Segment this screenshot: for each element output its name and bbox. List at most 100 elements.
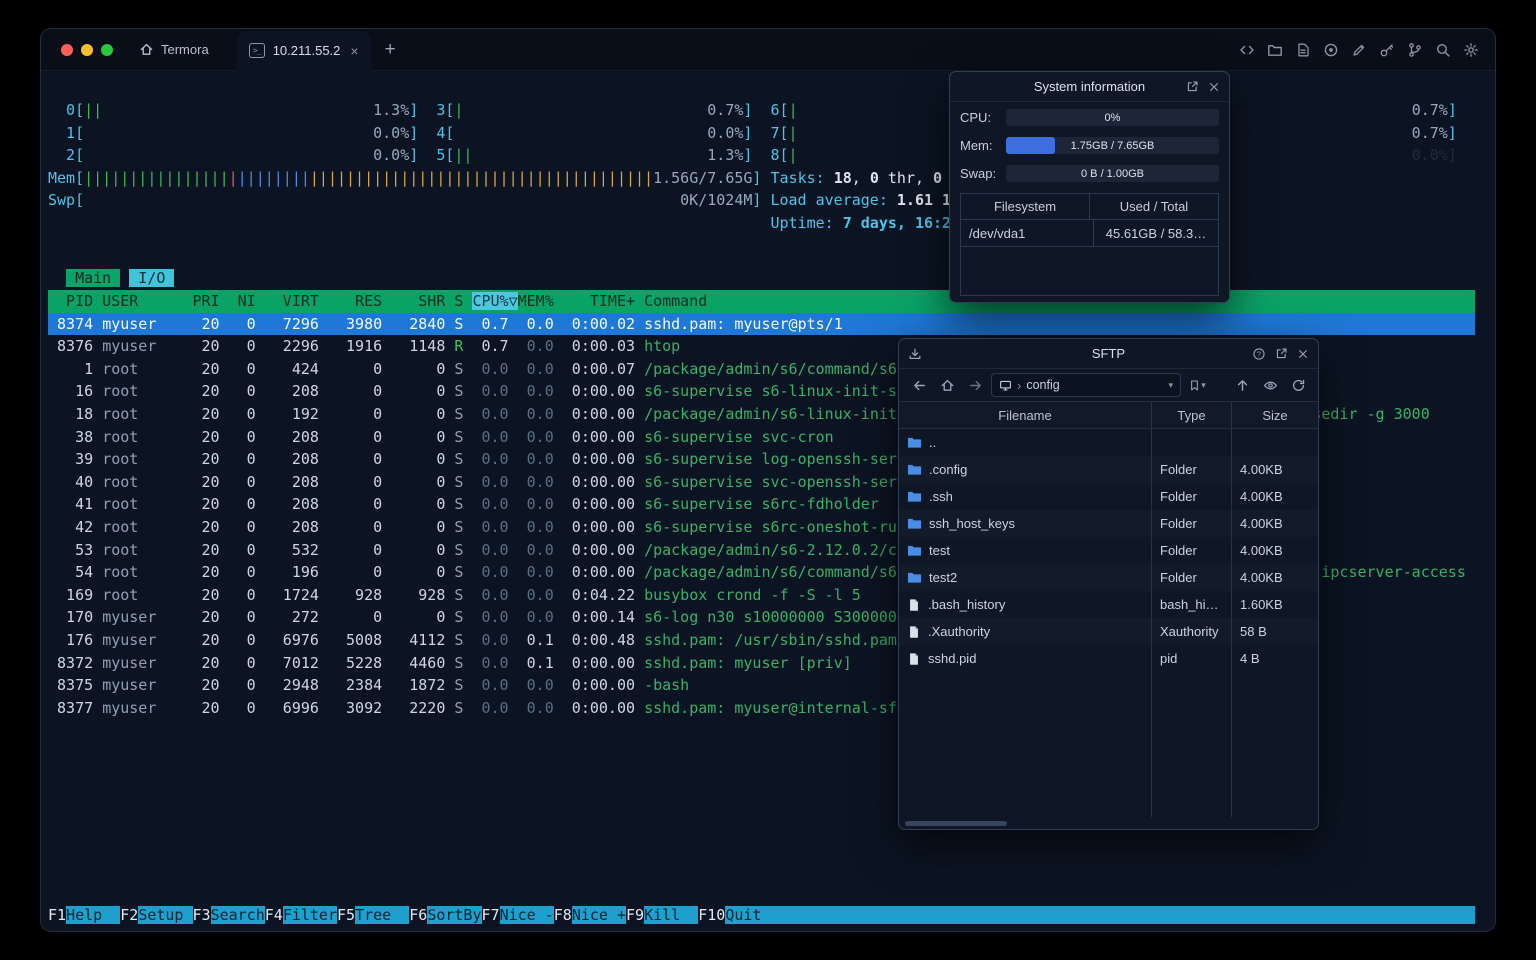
termora-app-window: Termora >_ 10.211.55.2 × + 0[|| 1.3%] 3[…: [40, 28, 1496, 932]
macro-record-button[interactable]: [1321, 39, 1341, 61]
settings-button[interactable]: [1461, 39, 1481, 61]
sftp-file-row[interactable]: .bash_history bash_hi… 1.60KB: [899, 591, 1318, 618]
refresh-icon: [1291, 378, 1306, 393]
folder-icon: [907, 489, 922, 504]
htop-tab-main[interactable]: Main: [66, 269, 121, 287]
fs-usage: 45.61GB / 58.3…: [1105, 225, 1207, 241]
traffic-lights: [41, 43, 127, 56]
sftp-title-bar[interactable]: SFTP ?: [899, 339, 1318, 369]
sftp-file-row[interactable]: sshd.pid pid 4 B: [899, 645, 1318, 672]
close-icon[interactable]: [1297, 348, 1309, 360]
path-breadcrumb[interactable]: › config ▾: [991, 373, 1181, 397]
sftp-file-row[interactable]: ..: [899, 429, 1318, 456]
minimize-traffic-light[interactable]: [81, 43, 93, 56]
close-icon[interactable]: [1208, 81, 1220, 93]
search-button[interactable]: [1433, 39, 1453, 61]
filesystem-table: Filesystem Used / Total /dev/vda1 45.61G…: [960, 193, 1219, 296]
sftp-title: SFTP: [1091, 346, 1126, 361]
folder-icon: [907, 516, 922, 531]
sftp-file-rows: .. .config Folder 4.00KB .ssh Folder 4.00KB ssh…: [899, 429, 1318, 672]
transfers-icon[interactable]: [908, 339, 922, 368]
file-manager-button[interactable]: [1265, 39, 1285, 61]
git-branch-icon: [1407, 42, 1423, 58]
fs-device: /dev/vda1: [961, 220, 1094, 246]
sort-column-cpu[interactable]: CPU%▽: [472, 292, 518, 310]
show-hidden-files-button[interactable]: [1258, 373, 1282, 397]
log-viewer-button[interactable]: [1293, 39, 1313, 61]
sftp-file-table: Filename Type Size .. .config Folder 4.00KB…: [899, 401, 1318, 829]
sftp-file-row[interactable]: .Xauthority Xauthority 58 B: [899, 618, 1318, 645]
column-filename[interactable]: Filename: [899, 402, 1152, 428]
close-traffic-light[interactable]: [61, 43, 73, 56]
folder-icon: [1267, 42, 1283, 58]
forward-button[interactable]: [963, 373, 987, 397]
scrollbar-thumb[interactable]: [905, 821, 1007, 826]
record-icon: [1323, 42, 1339, 58]
process-table-header[interactable]: PID USER PRI NI VIRT RES SHR S CPU%▽MEM%…: [48, 290, 1475, 313]
chevron-down-icon[interactable]: ▾: [1168, 380, 1173, 391]
file-icon: [907, 652, 921, 666]
fs-col-filesystem: Filesystem: [961, 194, 1090, 219]
sftp-file-row[interactable]: ssh_host_keys Folder 4.00KB: [899, 510, 1318, 537]
code-icon: [1239, 42, 1255, 58]
terminal-session-icon: >_: [248, 43, 265, 58]
sftp-file-row[interactable]: .ssh Folder 4.00KB: [899, 483, 1318, 510]
refresh-button[interactable]: [1286, 373, 1310, 397]
swap-usage-bar: 0 B / 1.00GB: [1006, 165, 1219, 182]
bookmarks-button[interactable]: ▾: [1185, 373, 1209, 397]
fs-col-used-total: Used / Total: [1119, 199, 1189, 214]
desktop: Termora >_ 10.211.55.2 × + 0[|| 1.3%] 3[…: [0, 0, 1536, 960]
port-forwarding-button[interactable]: [1405, 39, 1425, 61]
home-tab-label: Termora: [161, 42, 209, 57]
zoom-traffic-light[interactable]: [101, 43, 113, 56]
search-icon: [1435, 42, 1451, 58]
htop-function-key-bar[interactable]: F1Help F2Setup F3SearchF4FilterF5Tree F6…: [48, 904, 1475, 927]
close-tab-icon[interactable]: ×: [350, 43, 358, 59]
home-icon: [139, 42, 154, 57]
eye-icon: [1263, 378, 1278, 393]
tab-ssh-session[interactable]: >_ 10.211.55.2 ×: [236, 30, 371, 71]
parent-directory-button[interactable]: [1230, 373, 1254, 397]
chevron-down-icon: ▾: [1201, 379, 1206, 390]
filesystem-table-header: Filesystem Used / Total: [961, 194, 1218, 220]
sftp-empty-area: [899, 672, 1318, 817]
filesystem-row[interactable]: /dev/vda1 45.61GB / 58.3…: [961, 220, 1218, 247]
htop-screen-tabs: Main I/O: [48, 267, 175, 290]
sftp-file-row[interactable]: .config Folder 4.00KB: [899, 456, 1318, 483]
swap-usage-value: 0 B / 1.00GB: [1081, 167, 1144, 180]
code-snippets-button[interactable]: [1237, 39, 1257, 61]
column-size[interactable]: Size: [1232, 402, 1318, 428]
help-icon[interactable]: ?: [1252, 347, 1266, 361]
back-button[interactable]: [907, 373, 931, 397]
horizontal-scrollbar[interactable]: [899, 817, 1318, 829]
sftp-file-row[interactable]: test Folder 4.00KB: [899, 537, 1318, 564]
bookmark-icon: [1188, 379, 1201, 392]
open-in-new-window-icon[interactable]: [1275, 347, 1288, 360]
computer-icon: [999, 379, 1012, 392]
sftp-file-row[interactable]: test2 Folder 4.00KB: [899, 564, 1318, 591]
htop-tab-io[interactable]: I/O: [129, 269, 175, 287]
current-directory: config: [1026, 378, 1060, 392]
cpu-usage-bar: 0%: [1006, 109, 1219, 126]
column-type[interactable]: Type: [1152, 402, 1232, 428]
keys-button[interactable]: [1377, 39, 1397, 61]
file-icon: [907, 625, 921, 639]
mem-usage-bar: 1.75GB / 7.65GB: [1006, 137, 1219, 154]
edit-button[interactable]: [1349, 39, 1369, 61]
svg-text:?: ?: [1257, 351, 1261, 358]
swap-label: Swap:: [960, 166, 997, 181]
toolbar-icons: [1237, 39, 1495, 61]
file-icon: [907, 598, 921, 612]
sftp-panel: SFTP ? › config ▾ ▾ Filename Type Size .…: [898, 338, 1319, 830]
open-in-new-window-icon[interactable]: [1186, 80, 1199, 93]
home-button[interactable]: [935, 373, 959, 397]
tab-home[interactable]: Termora: [127, 29, 237, 70]
folder-icon: [907, 435, 922, 450]
folder-icon: [907, 570, 922, 585]
system-info-title-bar[interactable]: System information: [950, 72, 1229, 102]
process-row-selected[interactable]: 8374 myuser 20 0 7296 3980 2840 S 0.7 0.…: [48, 312, 1475, 336]
sftp-table-header: Filename Type Size: [899, 401, 1318, 429]
new-tab-button[interactable]: +: [371, 30, 410, 70]
chevron-right-icon: ›: [1017, 377, 1022, 393]
system-information-panel: System information CPU: 0% Mem: 1.75GB /…: [949, 71, 1230, 303]
